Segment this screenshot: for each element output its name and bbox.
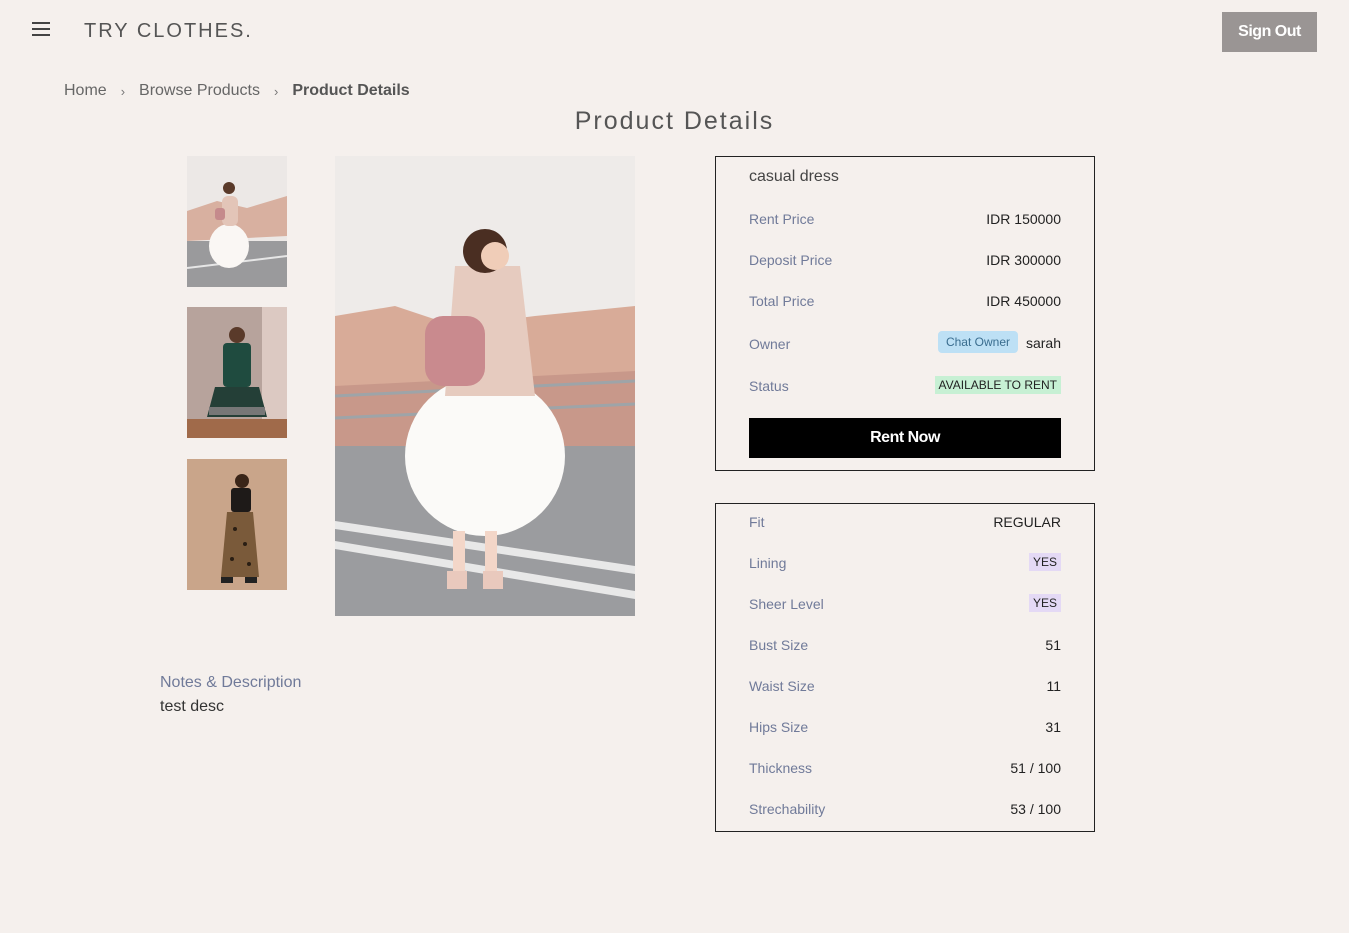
top-bar: TRY CLOTHES. Sign Out [0, 0, 1349, 64]
total-price-label: Total Price [749, 293, 815, 309]
deposit-price-row: Deposit Price IDR 300000 [749, 248, 1061, 272]
owner-label: Owner [749, 336, 791, 352]
breadcrumb-browse-products[interactable]: Browse Products [139, 82, 260, 100]
lining-row: Lining YES [749, 551, 1061, 575]
rent-price-value: IDR 150000 [986, 211, 1061, 227]
status-label: Status [749, 378, 789, 394]
deposit-price-value: IDR 300000 [986, 252, 1061, 268]
hips-size-row: Hips Size 31 [749, 715, 1061, 739]
notes-label: Notes & Description [160, 674, 302, 691]
brand-logo[interactable]: TRY CLOTHES. [84, 20, 253, 43]
thumbnail-image-1[interactable] [187, 156, 287, 287]
thickness-row: Thickness 51 / 100 [749, 756, 1061, 780]
bust-size-row: Bust Size 51 [749, 633, 1061, 657]
page-title: Product Details [574, 107, 775, 135]
thickness-value: 51 / 100 [1010, 760, 1061, 776]
fit-row: Fit REGULAR [749, 510, 1061, 534]
strechability-value: 53 / 100 [1010, 801, 1061, 817]
strechability-label: Strechability [749, 801, 826, 817]
product-name: casual dress [749, 168, 839, 185]
rent-price-row: Rent Price IDR 150000 [749, 207, 1061, 231]
strechability-row: Strechability 53 / 100 [749, 797, 1061, 821]
sheer-level-badge: YES [1028, 594, 1061, 612]
fit-label: Fit [749, 514, 765, 530]
total-price-row: Total Price IDR 450000 [749, 289, 1061, 313]
breadcrumb-separator-icon: › [120, 83, 126, 99]
breadcrumb: Home › Browse Products › Product Details [64, 82, 410, 100]
sheer-level-label: Sheer Level [749, 596, 824, 612]
lining-label: Lining [749, 555, 787, 571]
hips-size-value: 31 [1045, 719, 1061, 735]
product-main-image [335, 156, 635, 616]
bust-size-value: 51 [1045, 637, 1061, 653]
product-info-panel: casual dress Rent Price IDR 150000 Depos… [715, 156, 1095, 471]
breadcrumb-home[interactable]: Home [64, 82, 107, 100]
total-price-value: IDR 450000 [986, 293, 1061, 309]
waist-size-value: 11 [1046, 678, 1061, 694]
thumbnail-image-3[interactable] [187, 459, 287, 590]
breadcrumb-separator-icon: › [273, 83, 279, 99]
notes-text: test desc [160, 698, 225, 715]
thumbnail-image-2[interactable] [187, 307, 287, 438]
status-badge: AVAILABLE TO RENT [934, 376, 1061, 394]
lining-badge: YES [1028, 553, 1061, 571]
bust-size-label: Bust Size [749, 637, 809, 653]
owner-name: sarah [1025, 335, 1061, 351]
status-row: Status AVAILABLE TO RENT [749, 374, 1061, 398]
sign-out-button[interactable]: Sign Out [1222, 12, 1317, 52]
breadcrumb-current: Product Details [292, 82, 410, 99]
waist-size-label: Waist Size [749, 678, 815, 694]
hips-size-label: Hips Size [749, 719, 809, 735]
chat-owner-button[interactable]: Chat Owner [937, 331, 1018, 353]
rent-price-label: Rent Price [749, 211, 815, 227]
owner-row: Owner Chat Owner sarah [749, 331, 1061, 356]
hamburger-menu-icon[interactable] [32, 22, 52, 38]
waist-size-row: Waist Size 11 [749, 674, 1061, 698]
fit-value: REGULAR [993, 514, 1061, 530]
product-specs-panel: Fit REGULAR Lining YES Sheer Level YES B… [715, 503, 1095, 832]
sheer-level-row: Sheer Level YES [749, 592, 1061, 616]
deposit-price-label: Deposit Price [749, 252, 833, 268]
rent-now-button[interactable]: Rent Now [749, 418, 1061, 458]
thickness-label: Thickness [749, 760, 813, 776]
